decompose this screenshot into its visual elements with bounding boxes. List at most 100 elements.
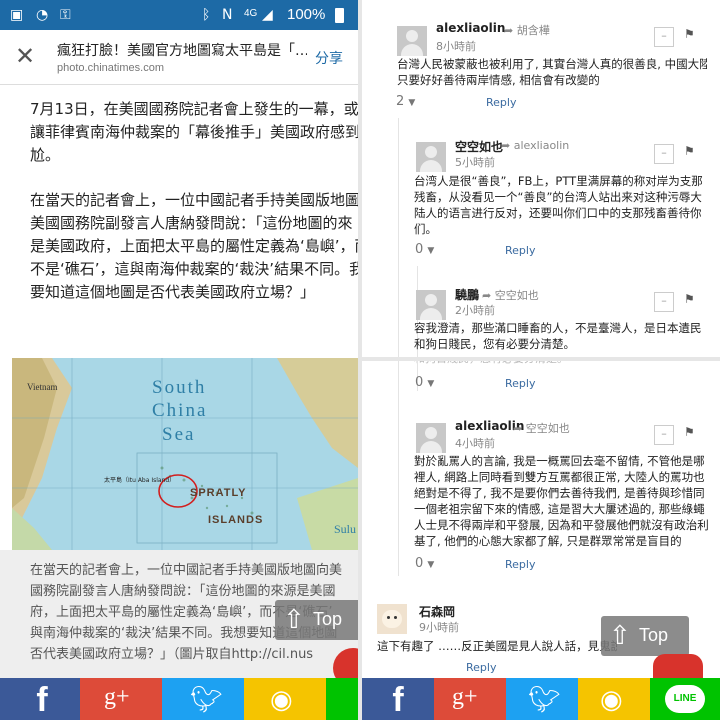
- comment-time[interactable]: 8小時前: [436, 38, 476, 54]
- comment-line: 们。: [414, 222, 437, 236]
- map-label-sulu: Sulu: [334, 522, 356, 536]
- google-plus-share-button[interactable]: g+: [80, 678, 162, 720]
- twitter-share-button[interactable]: 🐦︎: [506, 678, 578, 720]
- article-line: 美國國務院副發言人唐納發問說：「這份地圖的來: [30, 214, 353, 232]
- share-button[interactable]: 分享: [315, 48, 343, 68]
- twitter-share-button[interactable]: 🐦︎: [162, 678, 244, 720]
- weibo-icon: ◉: [270, 684, 293, 714]
- line-icon: LINE: [665, 685, 705, 713]
- caption-line: 否代表美國政府立場？」（圖片取自http://cil.nus: [30, 647, 314, 662]
- flag-icon[interactable]: ⚑: [684, 27, 695, 41]
- avatar[interactable]: [397, 26, 427, 56]
- vote-count: 0 ▼: [415, 556, 434, 571]
- scroll-top-label: Top: [313, 609, 343, 629]
- scroll-top-button[interactable]: ⇧ Top: [601, 616, 689, 656]
- google-plus-share-button[interactable]: g+: [434, 678, 506, 720]
- comment-time[interactable]: 9小時前: [419, 619, 459, 635]
- page-header: ✕ 瘋狂打臉！美國官方地圖寫太平島是「… photo.chinatimes.co…: [0, 30, 358, 85]
- close-icon[interactable]: ✕: [15, 42, 35, 70]
- flag-icon[interactable]: ⚑: [684, 292, 695, 306]
- reply-to-indicator[interactable]: ➦ 空空如也: [482, 287, 539, 303]
- flag-icon[interactable]: ⚑: [684, 425, 695, 439]
- page-title: 瘋狂打臉！美國官方地圖寫太平島是「…: [57, 43, 307, 59]
- vote-number: 2: [396, 94, 405, 109]
- gallery-notification-icon: ▣: [10, 7, 24, 23]
- article-line: 不是‘礁石’，這與南海仲裁案的‘裁決’結果不同。我想: [30, 260, 358, 278]
- reply-to-name: 空空如也: [494, 289, 539, 302]
- comment-line: 絕對是不得了, 我不是要你們去善待我們, 是善待與珍惜同: [414, 486, 705, 500]
- vote-number: 0: [415, 242, 424, 257]
- reply-to-indicator[interactable]: ➦ alexliaolin: [501, 139, 569, 152]
- reply-button[interactable]: Reply: [466, 661, 496, 674]
- weibo-share-button[interactable]: ◉: [244, 678, 326, 720]
- article-paragraph: 在當天的記者會上，一位中國記者手持美國版地圖 美國國務院副發言人唐納發問說：「這…: [30, 189, 358, 304]
- collapse-button[interactable]: –: [654, 292, 674, 312]
- collapse-button[interactable]: –: [654, 144, 674, 164]
- comment-time[interactable]: 4小時前: [455, 435, 495, 451]
- avatar[interactable]: [416, 423, 446, 453]
- reply-arrow-icon: ➦: [504, 24, 517, 37]
- vote-arrow-icon[interactable]: ▼: [427, 560, 434, 570]
- status-bar: ▣ ◔ ⚿ ᛒ N 4G ◢ 100%: [0, 0, 358, 30]
- map-label-china: China: [152, 400, 207, 421]
- article-line: 要知道這個地圖是否代表美國政府立場？」: [30, 283, 316, 301]
- flag-icon[interactable]: ⚑: [684, 144, 695, 158]
- notification-bell-button[interactable]: [653, 654, 703, 678]
- page-url: photo.chinatimes.com: [57, 62, 164, 74]
- map-label-spratly: SPRATLY: [190, 487, 247, 499]
- collapse-button[interactable]: –: [654, 425, 674, 445]
- article-paragraph: 7月13日，在美國國務院記者會上發生的一幕，或許 讓菲律賓南海仲裁案的「幕後推手…: [30, 98, 358, 167]
- vote-count: 0 ▼: [415, 242, 434, 257]
- avatar[interactable]: [416, 142, 446, 172]
- twitter-bird-icon: 🐦︎: [528, 684, 562, 714]
- reply-button[interactable]: Reply: [505, 377, 535, 390]
- map-label-south: South: [152, 377, 206, 398]
- commenter-name[interactable]: 驍鵬: [455, 286, 479, 303]
- avatar[interactable]: [377, 604, 407, 634]
- reply-button[interactable]: Reply: [505, 558, 535, 571]
- comment-time[interactable]: 2小時前: [455, 302, 495, 318]
- avatar[interactable]: [416, 290, 446, 320]
- comment-body: 對於亂罵人的言論, 我是一概罵回去毫不留情, 不管他是哪 裡人, 網路上同時看到…: [414, 453, 712, 549]
- line-share-button[interactable]: LINE: [650, 678, 720, 720]
- line-share-button[interactable]: [326, 678, 358, 720]
- clipped-comment-text: 和狗日賤民，您有必要分清楚。: [414, 361, 712, 369]
- commenter-name[interactable]: 石森岡: [419, 603, 455, 620]
- vote-arrow-icon[interactable]: ▼: [427, 379, 434, 389]
- cloud-notification-icon: ◔: [36, 7, 49, 23]
- thread-line: [398, 361, 399, 576]
- google-plus-icon: g+: [452, 684, 478, 710]
- comment-body: 這下有趣了 ……反正美國是見人說人話，見鬼說鬼話 ……: [377, 638, 617, 654]
- article-line: 是美國政府，上面把太平島的屬性定義為‘島嶼’，而: [30, 237, 358, 255]
- vote-arrow-icon[interactable]: ▼: [427, 246, 434, 256]
- reply-to-name: 空空如也: [525, 422, 570, 435]
- article-body: 7月13日，在美國國務院記者會上發生的一幕，或許 讓菲律賓南海仲裁案的「幕後推手…: [30, 98, 358, 326]
- comment-line: 人士見不得兩岸和平發展, 因為和平發展他們就沒有政治利: [414, 518, 709, 532]
- reply-to-indicator[interactable]: ➦ 胡含樺: [504, 22, 550, 38]
- commenter-name[interactable]: alexliaolin: [436, 21, 505, 35]
- reply-button[interactable]: Reply: [505, 244, 535, 257]
- weibo-share-button[interactable]: ◉: [578, 678, 650, 720]
- map-label-islands: ISLANDS: [208, 514, 263, 526]
- facebook-icon: f: [392, 681, 404, 719]
- facebook-share-button[interactable]: f: [0, 678, 80, 720]
- reply-arrow-icon: ➦: [482, 289, 495, 302]
- reply-to-indicator[interactable]: ➦ 空空如也: [513, 420, 570, 436]
- map-image[interactable]: Vietnam South China Sea 太平島（Itu Aba Isla…: [12, 358, 358, 550]
- battery-percentage: 100%: [287, 6, 326, 23]
- vote-count: 0 ▼: [415, 375, 434, 390]
- collapse-button[interactable]: –: [654, 27, 674, 47]
- comment-line: 對於亂罵人的言論, 我是一概罵回去毫不留情, 不管他是哪: [414, 454, 705, 468]
- scroll-top-button[interactable]: ⇧ Top: [275, 600, 358, 640]
- facebook-share-button[interactable]: f: [362, 678, 434, 720]
- commenter-name[interactable]: 空空如也: [455, 138, 503, 155]
- comment-time[interactable]: 5小時前: [455, 154, 495, 170]
- reply-to-name: 胡含樺: [516, 24, 550, 37]
- comment-line: 只要好好善待兩岸情感, 相信會有改變的: [397, 73, 600, 87]
- google-plus-icon: g+: [104, 684, 130, 710]
- network-type: 4G: [244, 8, 258, 19]
- vote-number: 0: [415, 556, 424, 571]
- vote-arrow-icon[interactable]: ▼: [408, 98, 415, 108]
- reply-button[interactable]: Reply: [486, 96, 516, 109]
- bluetooth-icon: ᛒ: [202, 7, 211, 23]
